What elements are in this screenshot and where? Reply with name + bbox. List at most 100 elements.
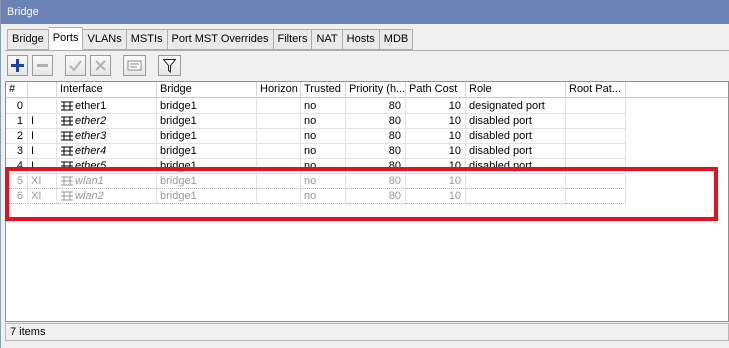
cell-bridge: bridge1 xyxy=(157,99,257,114)
filter-button[interactable] xyxy=(158,55,181,76)
table-row[interactable]: 2 Iether3 bridge1 no 80 10 disabled port xyxy=(6,129,728,144)
col-path-cost[interactable]: Path Cost xyxy=(406,82,466,98)
cell-flags xyxy=(28,99,57,114)
filter-icon xyxy=(163,58,176,73)
cell-role: disabled port xyxy=(466,114,566,129)
disable-button[interactable] xyxy=(90,55,111,76)
interface-icon xyxy=(61,161,73,171)
table-row[interactable]: 0 ether1 bridge1 no 80 10 designated port xyxy=(6,99,728,114)
cell-number: 5 xyxy=(6,174,28,189)
cell-root-path xyxy=(566,129,626,144)
col-bridge[interactable]: Bridge xyxy=(157,82,257,98)
col-number[interactable]: # xyxy=(6,82,28,98)
window-title: Bridge xyxy=(1,0,729,24)
tab-bar: Bridge Ports VLANs MSTIs Port MST Overri… xyxy=(7,27,414,50)
cell-interface: ether2 xyxy=(57,114,157,129)
interface-icon xyxy=(61,116,73,126)
cell-root-path xyxy=(566,174,626,189)
interface-name: wlan1 xyxy=(75,175,104,187)
table-row[interactable]: 4 Iether5 bridge1 no 80 10 disabled port xyxy=(6,159,728,174)
cell-role: disabled port xyxy=(466,144,566,159)
minus-icon xyxy=(37,64,48,67)
cell-bridge: bridge1 xyxy=(157,114,257,129)
cell-trusted: no xyxy=(301,144,346,159)
tab-ports[interactable]: Ports xyxy=(48,27,84,50)
remove-button[interactable] xyxy=(32,55,53,76)
cell-role: disabled port xyxy=(466,159,566,174)
cell-priority: 80 xyxy=(346,99,406,114)
cell-role: designated port xyxy=(466,99,566,114)
cell-priority: 80 xyxy=(346,144,406,159)
cell-root-path xyxy=(566,189,626,204)
interface-name: ether1 xyxy=(75,100,107,112)
cell-bridge: bridge1 xyxy=(157,174,257,189)
cell-interface: ether1 xyxy=(57,99,157,114)
ports-table: # Interface Bridge Horizon Trusted Prior… xyxy=(5,81,729,322)
status-bar: 7 items xyxy=(5,323,729,341)
cell-trusted: no xyxy=(301,99,346,114)
cell-interface: ether4 xyxy=(57,144,157,159)
interface-icon xyxy=(61,191,73,201)
cell-bridge: bridge1 xyxy=(157,159,257,174)
ports-panel: # Interface Bridge Horizon Trusted Prior… xyxy=(5,50,729,344)
table-row[interactable]: 3 Iether4 bridge1 no 80 10 disabled port xyxy=(6,144,728,159)
cell-role: disabled port xyxy=(466,129,566,144)
cell-bridge: bridge1 xyxy=(157,189,257,204)
cell-path-cost: 10 xyxy=(406,189,466,204)
cell-priority: 80 xyxy=(346,159,406,174)
enable-button[interactable] xyxy=(65,55,86,76)
col-role[interactable]: Role xyxy=(466,82,566,98)
toolbar xyxy=(7,55,181,77)
cell-interface: ether3 xyxy=(57,129,157,144)
cell-flags: XI xyxy=(28,189,57,204)
col-priority[interactable]: Priority (h... xyxy=(346,82,406,98)
cell-number: 3 xyxy=(6,144,28,159)
col-horizon[interactable]: Horizon xyxy=(257,82,301,98)
cell-priority: 80 xyxy=(346,189,406,204)
tab-bridge[interactable]: Bridge xyxy=(7,29,49,50)
cell-interface: wlan1 xyxy=(57,174,157,189)
cell-number: 0 xyxy=(6,99,28,114)
tab-hosts[interactable]: Hosts xyxy=(342,29,380,50)
comment-button[interactable] xyxy=(123,55,146,76)
tab-vlans[interactable]: VLANs xyxy=(83,29,127,50)
interface-name: ether4 xyxy=(75,145,107,157)
cell-path-cost: 10 xyxy=(406,174,466,189)
cell-priority: 80 xyxy=(346,174,406,189)
table-row[interactable]: 1 Iether2 bridge1 no 80 10 disabled port xyxy=(6,114,728,129)
cell-root-path xyxy=(566,159,626,174)
plus-icon xyxy=(11,59,24,72)
cell-trusted: no xyxy=(301,114,346,129)
interface-icon xyxy=(61,131,73,141)
col-trusted[interactable]: Trusted xyxy=(301,82,346,98)
cell-number: 1 xyxy=(6,114,28,129)
cell-role xyxy=(466,189,566,204)
tab-port-mst-overrides[interactable]: Port MST Overrides xyxy=(167,29,274,50)
tab-filters[interactable]: Filters xyxy=(273,29,313,50)
tab-mstis[interactable]: MSTIs xyxy=(126,29,168,50)
cell-path-cost: 10 xyxy=(406,159,466,174)
bridge-window: Bridge Bridge Ports VLANs MSTIs Port MST… xyxy=(0,0,729,348)
cell-path-cost: 10 xyxy=(406,99,466,114)
cross-icon xyxy=(95,60,106,71)
interface-name: ether2 xyxy=(75,115,107,127)
cell-path-cost: 10 xyxy=(406,144,466,159)
cell-horizon xyxy=(257,144,301,159)
col-interface[interactable]: Interface xyxy=(57,82,157,98)
col-flags[interactable] xyxy=(28,82,57,98)
tab-nat[interactable]: NAT xyxy=(312,29,343,50)
comment-icon xyxy=(127,60,142,71)
interface-name: wlan2 xyxy=(75,190,104,202)
col-root-path[interactable]: Root Pat... xyxy=(566,82,626,98)
tab-mdb[interactable]: MDB xyxy=(379,29,414,50)
cell-horizon xyxy=(257,129,301,144)
cell-horizon xyxy=(257,114,301,129)
interface-name: ether3 xyxy=(75,130,107,142)
cell-interface: ether5 xyxy=(57,159,157,174)
cell-trusted: no xyxy=(301,129,346,144)
add-button[interactable] xyxy=(7,55,28,76)
cell-bridge: bridge1 xyxy=(157,144,257,159)
table-row[interactable]: 5 XI wlan1 bridge1 no 80 10 xyxy=(6,174,728,189)
cell-flags: XI xyxy=(28,174,57,189)
table-row[interactable]: 6 XI wlan2 bridge1 no 80 10 xyxy=(6,189,728,204)
